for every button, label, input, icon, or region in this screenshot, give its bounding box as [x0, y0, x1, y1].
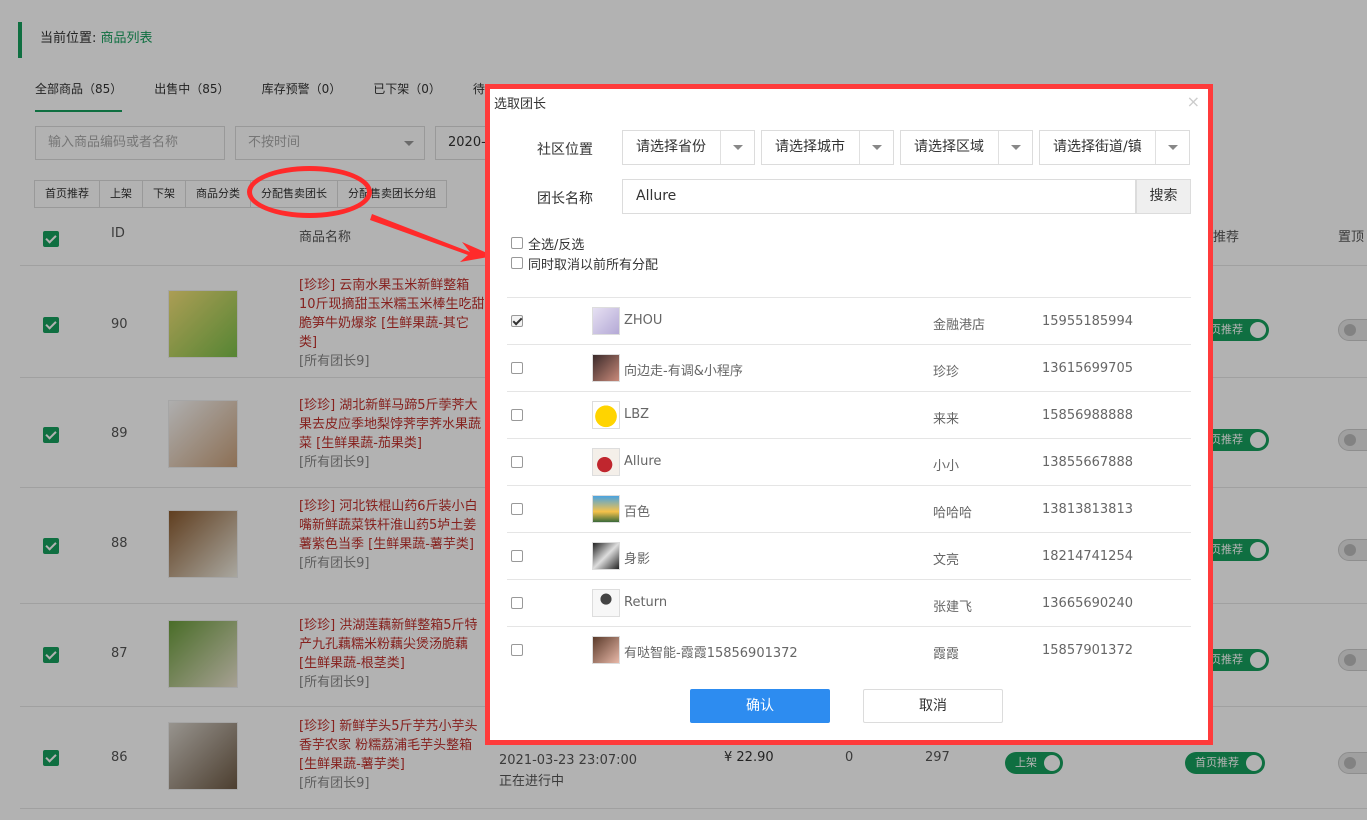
- divider: [859, 131, 860, 164]
- select-all-checkbox[interactable]: [511, 237, 523, 249]
- leader-name: 向边走-有调&小程序: [624, 364, 743, 379]
- search-button[interactable]: 搜索: [1136, 179, 1191, 214]
- leader-store: 文亮: [933, 553, 960, 568]
- leader-store: 金融港店: [933, 318, 986, 333]
- leader-checkbox[interactable]: [511, 503, 523, 515]
- leader-name-input[interactable]: Allure: [622, 179, 1136, 214]
- avatar: [592, 307, 620, 335]
- chevron-down-icon: [733, 145, 743, 150]
- avatar: [592, 589, 620, 617]
- leader-name: 身影: [624, 552, 651, 567]
- divider: [507, 485, 1191, 486]
- leader-store: 珍珍: [933, 365, 960, 380]
- leader-store: 来来: [933, 412, 960, 427]
- leader-store: 哈哈哈: [933, 506, 973, 521]
- avatar: [592, 448, 620, 476]
- leader-checkbox[interactable]: [511, 456, 523, 468]
- leader-phone: 15857901372: [1042, 643, 1133, 658]
- chevron-down-icon: [1011, 145, 1021, 150]
- district-value: 请选择区域: [914, 139, 984, 155]
- leader-name: ZHOU: [624, 313, 663, 328]
- cancel-button[interactable]: 取消: [863, 689, 1003, 723]
- leader-name: Return: [624, 595, 668, 610]
- leader-checkbox[interactable]: [511, 315, 523, 327]
- avatar: [592, 495, 620, 523]
- leader-phone: 13855667888: [1042, 455, 1133, 470]
- avatar: [592, 401, 620, 429]
- leader-checkbox[interactable]: [511, 409, 523, 421]
- province-value: 请选择省份: [636, 139, 706, 155]
- select-all-label: 全选/反选: [528, 238, 585, 253]
- divider: [507, 344, 1191, 345]
- divider: [998, 131, 999, 164]
- divider: [720, 131, 721, 164]
- divider: [507, 391, 1191, 392]
- leader-store: 小小: [933, 459, 960, 474]
- chevron-down-icon: [872, 145, 882, 150]
- dialog-title: 选取团长: [494, 97, 547, 112]
- leader-phone: 13813813813: [1042, 502, 1133, 517]
- select-leader-dialog: 选取团长 × 社区位置 请选择省份 请选择城市 请选择区域 请选择街道/镇 团长…: [485, 84, 1213, 745]
- leader-phone: 15955185994: [1042, 314, 1133, 329]
- divider: [507, 438, 1191, 439]
- cancel-previous-label: 同时取消以前所有分配: [528, 258, 659, 273]
- city-select[interactable]: 请选择城市: [761, 130, 894, 165]
- leader-phone: 15856988888: [1042, 408, 1133, 423]
- name-label: 团长名称: [537, 191, 593, 207]
- leader-phone: 13615699705: [1042, 361, 1133, 376]
- confirm-button[interactable]: 确认: [690, 689, 830, 723]
- divider: [507, 579, 1191, 580]
- divider: [1155, 131, 1156, 164]
- leader-name: 百色: [624, 505, 651, 520]
- location-label: 社区位置: [537, 142, 593, 158]
- leader-checkbox[interactable]: [511, 644, 523, 656]
- divider: [507, 532, 1191, 533]
- leader-phone: 18214741254: [1042, 549, 1133, 564]
- avatar: [592, 636, 620, 664]
- leader-store: 霞霞: [933, 647, 960, 662]
- leader-store: 张建飞: [933, 600, 973, 615]
- leader-name: 有哒智能-霞霞15856901372: [624, 646, 798, 661]
- avatar: [592, 542, 620, 570]
- leader-checkbox[interactable]: [511, 362, 523, 374]
- avatar: [592, 354, 620, 382]
- close-icon[interactable]: ×: [1187, 92, 1200, 111]
- street-select[interactable]: 请选择街道/镇: [1039, 130, 1190, 165]
- divider: [507, 297, 1191, 298]
- province-select[interactable]: 请选择省份: [622, 130, 755, 165]
- divider: [507, 626, 1191, 627]
- leader-checkbox[interactable]: [511, 550, 523, 562]
- city-value: 请选择城市: [775, 139, 845, 155]
- leader-name: LBZ: [624, 407, 650, 422]
- street-value: 请选择街道/镇: [1053, 139, 1142, 155]
- district-select[interactable]: 请选择区域: [900, 130, 1033, 165]
- leader-name: Allure: [624, 454, 662, 469]
- leader-phone: 13665690240: [1042, 596, 1133, 611]
- leader-checkbox[interactable]: [511, 597, 523, 609]
- chevron-down-icon: [1168, 145, 1178, 150]
- cancel-previous-checkbox[interactable]: [511, 257, 523, 269]
